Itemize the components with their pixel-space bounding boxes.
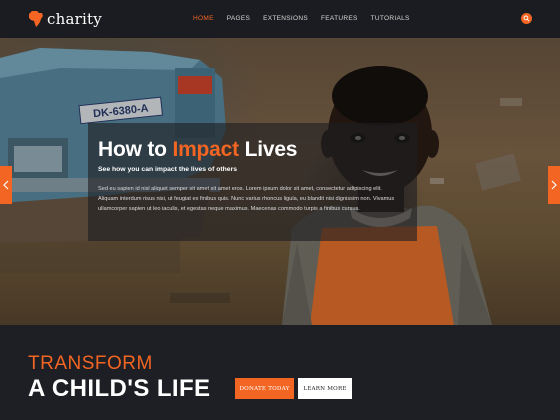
cta-section: TRANSFORM A CHILD'S LIFE DONATE TODAY LE… (0, 325, 560, 420)
nav-item-tutorials[interactable]: TUTORIALS (371, 15, 410, 22)
hero-slider: DK-6380-A How to Impact Lives See how yo… (0, 38, 560, 325)
chevron-left-icon (3, 180, 9, 190)
hero-title-highlight: Impact (172, 138, 239, 161)
donate-button[interactable]: DONATE TODAY (235, 378, 294, 399)
search-icon (523, 15, 530, 22)
slider-prev-button[interactable] (0, 166, 12, 204)
slider-next-button[interactable] (548, 166, 560, 204)
cta-heading-line1: TRANSFORM (28, 353, 153, 374)
nav-item-features[interactable]: FEATURES (321, 15, 358, 22)
nav-item-extensions[interactable]: EXTENSIONS (263, 15, 308, 22)
learn-more-button[interactable]: LEARN MORE (298, 378, 352, 399)
hero-body-text: Sed eu sapien id nisl aliquet semper sit… (98, 186, 395, 212)
hero-subtitle: See how you can impact the lives of othe… (98, 166, 237, 173)
chevron-right-icon (551, 180, 557, 190)
main-nav: HOME PAGES EXTENSIONS FEATURES TUTORIALS (193, 15, 423, 22)
cta-heading-line2: A CHILD'S LIFE (28, 375, 211, 402)
africa-map-icon (29, 11, 43, 27)
site-logo[interactable]: charity (28, 10, 102, 28)
hero-title-suffix: Lives (244, 138, 298, 161)
nav-item-home[interactable]: HOME (193, 15, 214, 22)
search-button[interactable] (521, 13, 532, 24)
nav-item-pages[interactable]: PAGES (227, 15, 250, 22)
hero-title-prefix: How to (98, 138, 167, 161)
site-header: charity HOME PAGES EXTENSIONS FEATURES T… (0, 0, 560, 38)
brand-name: charity (47, 10, 102, 28)
hero-title: How to Impact Lives (98, 138, 297, 162)
